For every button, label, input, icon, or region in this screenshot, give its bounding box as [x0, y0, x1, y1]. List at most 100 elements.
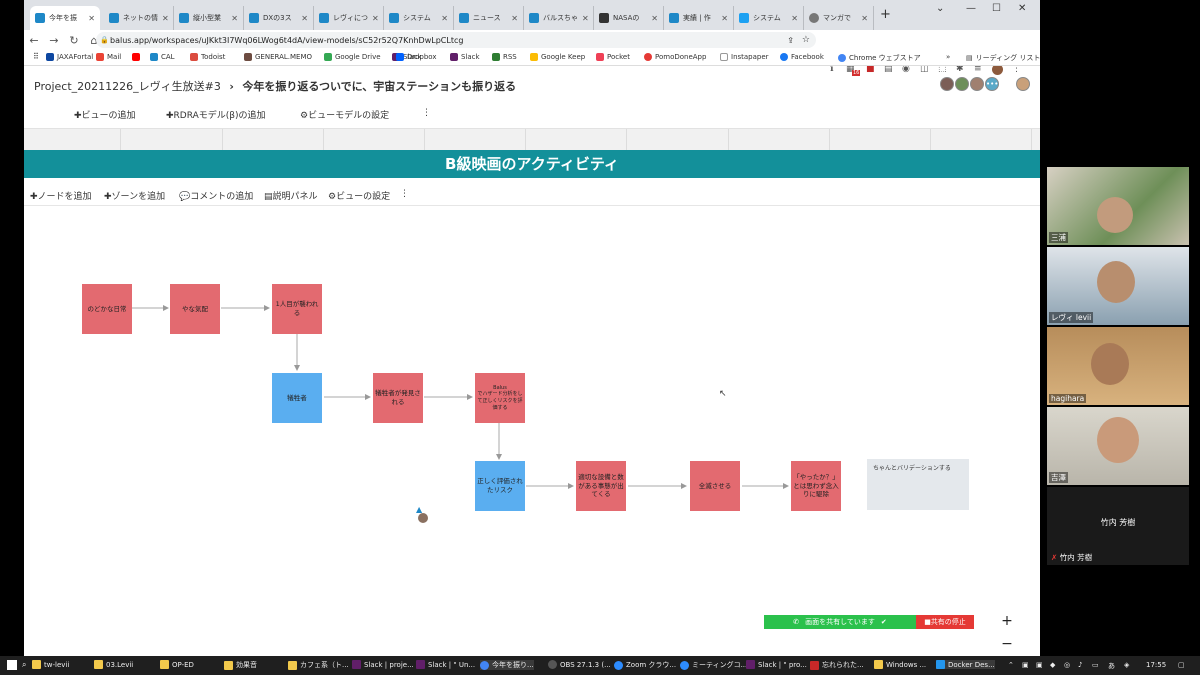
video-tile[interactable]: hagihara: [1047, 327, 1189, 405]
taskbar-item[interactable]: ミーティングコ...: [680, 660, 747, 670]
browser-tab[interactable]: DXの3ス ✕: [244, 6, 314, 30]
view-settings-button[interactable]: ⚙ビューの設定: [328, 189, 390, 202]
bookmark[interactable]: Pocket: [596, 53, 630, 61]
add-comment-button[interactable]: 💬コメントの追加: [179, 189, 253, 202]
user-avatar[interactable]: [1016, 77, 1030, 91]
close-icon[interactable]: ✕: [441, 14, 448, 23]
browser-tab[interactable]: マンガで ✕: [804, 6, 874, 30]
close-icon[interactable]: ✕: [231, 14, 238, 23]
bookmark[interactable]: RSS: [492, 53, 517, 61]
taskbar-item[interactable]: 03.Levii: [94, 660, 133, 669]
browser-tab[interactable]: NASAの ✕: [594, 6, 664, 30]
close-icon[interactable]: ✕: [511, 14, 518, 23]
maximize-icon[interactable]: ☐: [992, 3, 1001, 14]
browser-tab[interactable]: 今年を振 ✕: [30, 6, 100, 30]
volume-icon[interactable]: ♪: [1078, 661, 1082, 669]
description-panel-button[interactable]: ▤説明パネル: [264, 189, 318, 202]
avatar[interactable]: [955, 77, 969, 91]
bookmark[interactable]: Google Keep: [530, 53, 585, 61]
add-zone-button[interactable]: ✚ゾーンを追加: [104, 189, 165, 202]
taskbar-item[interactable]: tw-levii: [32, 660, 69, 669]
activity-node[interactable]: 正しく評価されたリスク: [475, 461, 525, 511]
notification-icon[interactable]: ▢: [1178, 661, 1185, 669]
close-icon[interactable]: ✕: [301, 14, 308, 23]
taskbar-item[interactable]: Slack | " Un...: [416, 660, 475, 669]
star-icon[interactable]: ☆: [802, 35, 810, 45]
video-tile[interactable]: 竹内 芳樹 ✗ 竹内 芳樹: [1047, 487, 1189, 565]
close-icon[interactable]: ✕: [582, 14, 589, 23]
taskbar-item[interactable]: Slack | " pro...: [746, 660, 807, 669]
bookmark[interactable]: CAL: [150, 53, 175, 61]
bookmark[interactable]: JAXAFortal: [46, 53, 93, 61]
activity-node[interactable]: 適切な設備と数がある事態が出てくる: [576, 461, 626, 511]
taskbar-item-active[interactable]: 今年を振り...: [480, 660, 534, 670]
bookmark[interactable]: Mail: [96, 53, 121, 61]
add-rdra-model-button[interactable]: ✚RDRAモデル(β)の追加: [166, 108, 266, 121]
activity-node[interactable]: やな気配: [170, 284, 220, 334]
close-icon[interactable]: ✕: [88, 14, 95, 23]
back-arrow-icon[interactable]: ←: [24, 34, 44, 47]
taskbar-item[interactable]: OP-ED: [160, 660, 194, 669]
taskbar-item[interactable]: Slack | proje...: [352, 660, 414, 669]
browser-tab[interactable]: ネットの情 ✕: [104, 6, 174, 30]
bookmark[interactable]: [132, 53, 143, 61]
activity-node[interactable]: 犠牲者: [272, 373, 322, 423]
comment-note[interactable]: ちゃんとバリデーションする: [867, 459, 969, 510]
reading-list-button[interactable]: ▤ リーディング リスト: [966, 53, 1040, 63]
taskbar-item[interactable]: Docker Des...: [936, 660, 995, 669]
browser-tab[interactable]: 縦小型業 ✕: [174, 6, 244, 30]
browser-tab[interactable]: システム ✕: [734, 6, 804, 30]
more-bookmarks-button[interactable]: »: [946, 53, 950, 61]
zoom-out-button[interactable]: −: [999, 636, 1015, 652]
taskbar-item[interactable]: OBS 27.1.3 (...: [548, 660, 611, 669]
taskbar-item[interactable]: 忘れられた...: [810, 660, 864, 670]
new-tab-button[interactable]: +: [880, 7, 891, 22]
activity-node[interactable]: 1人目が襲われる: [272, 284, 322, 334]
video-tile[interactable]: レヴィ levii: [1047, 247, 1189, 325]
apps-grid-icon[interactable]: ⠿: [33, 52, 39, 61]
activity-node[interactable]: 全滅させる: [690, 461, 740, 511]
browser-tab[interactable]: 実績 | 作 ✕: [664, 6, 734, 30]
bookmark[interactable]: Google Drive: [324, 53, 381, 61]
close-icon[interactable]: ✕: [861, 14, 868, 23]
activity-node[interactable]: Balus でハザード分析をして正しくリスクを評価する: [475, 373, 525, 423]
zoom-in-button[interactable]: +: [999, 613, 1015, 629]
tray-app-icon[interactable]: ▣: [1022, 661, 1029, 669]
network-icon[interactable]: ◎: [1064, 661, 1070, 669]
close-icon[interactable]: ✕: [162, 14, 169, 23]
video-tile[interactable]: 三浦: [1047, 167, 1189, 245]
battery-icon[interactable]: ▭: [1092, 661, 1099, 669]
dropbox-tray-icon[interactable]: ◈: [1124, 661, 1129, 669]
activity-node[interactable]: 「やったか？」とは思わず念入りに駆除: [791, 461, 841, 511]
taskbar-item[interactable]: Windows ...: [874, 660, 926, 669]
browser-tab[interactable]: システム ✕: [384, 6, 454, 30]
bookmark[interactable]: GENERAL.MEMO: [244, 53, 312, 61]
more-avatars-icon[interactable]: •••: [985, 77, 999, 91]
avatar[interactable]: [940, 77, 954, 91]
view-more-button[interactable]: ⋮: [400, 189, 409, 199]
reload-icon[interactable]: ↻: [64, 34, 84, 47]
bookmark[interactable]: Facebook: [780, 53, 824, 61]
diagram-canvas[interactable]: のどかな日常 やな気配 1人目が襲われる 犠牲者 犠牲者が発見される Balus…: [24, 207, 1040, 656]
activity-node[interactable]: 犠牲者が発見される: [373, 373, 423, 423]
close-window-icon[interactable]: ✕: [1018, 3, 1026, 14]
ime-indicator[interactable]: あ: [1108, 661, 1115, 671]
chevron-down-icon[interactable]: ⌄: [936, 3, 944, 14]
share-page-icon[interactable]: ⇪: [787, 36, 794, 45]
minimize-icon[interactable]: —: [966, 3, 976, 14]
bookmark[interactable]: Instapaper: [720, 53, 769, 61]
breadcrumb[interactable]: Project_20211226_レヴィ生放送#3: [34, 80, 221, 93]
search-icon[interactable]: ⌕: [22, 660, 26, 670]
bookmark[interactable]: Chrome ウェブストア: [838, 53, 921, 63]
chevron-up-icon[interactable]: ⌃: [1008, 661, 1014, 669]
tray-app-icon[interactable]: ◆: [1050, 661, 1055, 669]
windows-start-icon[interactable]: [7, 660, 17, 670]
avatar[interactable]: [970, 77, 984, 91]
view-model-settings-button[interactable]: ⚙ビューモデルの設定: [300, 108, 389, 121]
tray-app-icon[interactable]: ▣: [1036, 661, 1043, 669]
add-node-button[interactable]: ✚ノードを追加: [30, 189, 92, 202]
bookmark[interactable]: Dropbox: [396, 53, 437, 61]
url-input[interactable]: 🔒 balus.app/workspaces/uJKkt3I7Wq06LWog6…: [96, 32, 816, 48]
bookmark[interactable]: Slack: [450, 53, 480, 61]
video-tile[interactable]: 吉澤: [1047, 407, 1189, 485]
